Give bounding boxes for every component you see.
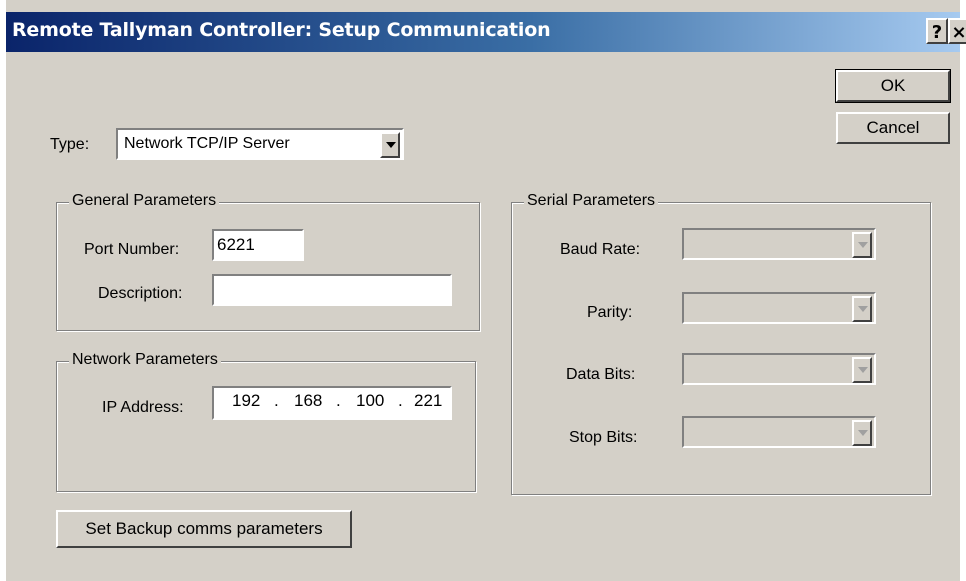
setup-communication-dialog: Remote Tallyman Controller: Setup Commun… <box>0 0 966 581</box>
stop-bits-select[interactable] <box>682 416 876 448</box>
description-label: Description: <box>98 285 183 302</box>
port-number-label: Port Number: <box>84 241 180 258</box>
ip-octet-3: 100 <box>356 391 385 410</box>
close-icon: × <box>951 22 966 43</box>
title-bar[interactable]: Remote Tallyman Controller: Setup Commun… <box>6 12 966 52</box>
cancel-button[interactable]: Cancel <box>836 112 950 144</box>
type-selected-value: Network TCP/IP Server <box>124 135 290 152</box>
parity-label: Parity: <box>587 304 633 321</box>
ok-button[interactable]: OK <box>835 69 951 103</box>
data-bits-label: Data Bits: <box>566 366 636 383</box>
network-parameters-group: Network Parameters IP Address: 192 . 168… <box>56 351 476 492</box>
description-input[interactable] <box>212 274 452 306</box>
port-number-input[interactable]: 6221 <box>212 229 304 261</box>
general-parameters-title: General Parameters <box>69 192 220 210</box>
data-bits-select[interactable] <box>682 353 876 385</box>
serial-parameters-group: Serial Parameters Baud Rate: Parity: Dat… <box>511 192 931 495</box>
help-button[interactable]: ? <box>926 18 948 44</box>
chevron-down-icon <box>852 420 872 446</box>
ip-address-input[interactable]: 192 . 168 . 100 . 221 <box>212 386 452 420</box>
window-title: Remote Tallyman Controller: Setup Commun… <box>12 19 551 41</box>
baud-rate-select[interactable] <box>682 228 876 260</box>
port-number-value: 6221 <box>217 235 255 254</box>
ip-dot: . <box>398 391 403 410</box>
close-button[interactable]: × <box>948 18 966 44</box>
serial-parameters-title: Serial Parameters <box>524 192 659 210</box>
stop-bits-label: Stop Bits: <box>569 429 638 446</box>
ip-address-label: IP Address: <box>102 399 184 416</box>
parity-select[interactable] <box>682 292 876 324</box>
ip-octet-1: 192 <box>232 391 261 410</box>
ip-dot: . <box>336 391 341 410</box>
baud-rate-label: Baud Rate: <box>560 241 641 258</box>
ip-dot: . <box>274 391 279 410</box>
ip-octet-2: 168 <box>294 391 323 410</box>
chevron-down-icon <box>852 357 872 383</box>
ip-octet-4: 221 <box>414 391 443 410</box>
set-backup-comms-button[interactable]: Set Backup comms parameters <box>56 510 352 548</box>
general-parameters-group: General Parameters Port Number: 6221 Des… <box>56 192 480 331</box>
chevron-down-icon[interactable] <box>380 132 400 158</box>
chevron-down-icon <box>852 232 872 258</box>
type-label: Type: <box>50 136 90 153</box>
network-parameters-title: Network Parameters <box>69 351 221 369</box>
help-icon: ? <box>931 22 943 43</box>
type-select[interactable]: Network TCP/IP Server <box>116 128 404 160</box>
chevron-down-icon <box>852 296 872 322</box>
